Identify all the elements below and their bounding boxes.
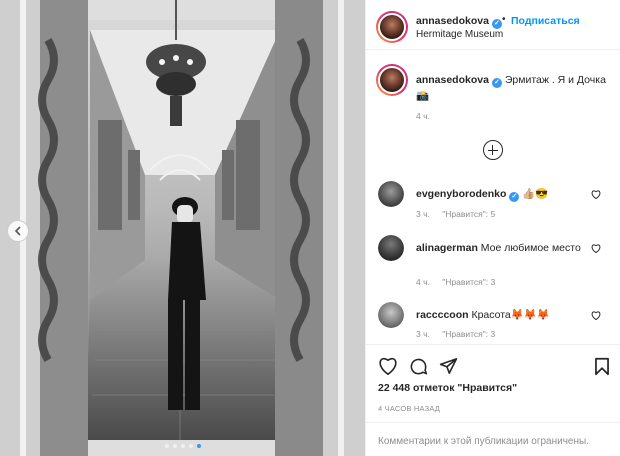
comment-text: raccccoon Красота🦊🦊🦊 <box>416 307 581 323</box>
likes-count[interactable]: 22 448 отметок "Нравится" <box>378 382 517 394</box>
caption-username[interactable]: annasedokova ✓ <box>416 74 502 88</box>
carousel-dot <box>188 444 193 448</box>
heart-icon[interactable] <box>591 311 601 320</box>
carousel-prev-button[interactable] <box>7 220 29 242</box>
comment-meta: 3 ч. "Нравится": 3 <box>416 329 505 339</box>
heart-icon[interactable] <box>591 244 601 253</box>
load-more-comments-button[interactable] <box>483 140 503 160</box>
chevron-left-icon <box>14 226 21 236</box>
comment-body: Мое любимое место <box>480 242 581 254</box>
comment-text: alinagerman Мое любимое место <box>416 240 581 256</box>
comments-disabled-note: Комментарии к этой публикации ограничены… <box>366 422 620 447</box>
comment-username[interactable]: alinagerman <box>416 242 478 254</box>
post-timestamp[interactable]: 4 ЧАСОВ НАЗАД <box>378 404 440 413</box>
comment-likes[interactable]: "Нравится": 5 <box>442 209 495 219</box>
paper-plane-icon[interactable] <box>439 357 458 375</box>
location-link[interactable]: Hermitage Museum <box>416 29 503 40</box>
post-header: annasedokova ✓ • Подписаться Hermitage Mu… <box>366 0 620 50</box>
author-username[interactable]: annasedokova ✓ <box>416 15 502 29</box>
comment-time[interactable]: 3 ч. <box>416 329 430 339</box>
carousel-dot <box>164 444 169 448</box>
comment-avatar[interactable] <box>378 181 404 207</box>
post-photo[interactable] <box>0 0 365 456</box>
carousel-dot <box>172 444 177 448</box>
comment-bubble-icon[interactable] <box>409 357 428 376</box>
comment-time[interactable]: 4 ч. <box>416 277 430 287</box>
comment-time[interactable]: 3 ч. <box>416 209 430 219</box>
comment-body: Красота🦊🦊🦊 <box>471 309 550 321</box>
comment-avatar[interactable] <box>378 302 404 328</box>
comment-body: 👍🏼😎 <box>522 188 549 200</box>
verified-badge-icon: ✓ <box>509 192 520 202</box>
comment-meta: 3 ч. "Нравится": 5 <box>416 209 505 219</box>
carousel-indicator <box>0 444 365 448</box>
bookmark-icon[interactable] <box>594 357 610 376</box>
post-actions: 22 448 отметок "Нравится" 4 ЧАСОВ НАЗАД … <box>366 344 620 447</box>
verified-badge-icon: ✓ <box>491 19 502 29</box>
verified-badge-icon: ✓ <box>491 78 502 88</box>
comment-likes[interactable]: "Нравится": 3 <box>442 277 495 287</box>
hermitage-photo <box>0 0 365 456</box>
comment-text: evgenyborodenko ✓ 👍🏼😎 <box>416 186 581 202</box>
separator-dot: • <box>502 14 506 25</box>
comment-username[interactable]: raccccoon <box>416 309 469 321</box>
caption-timestamp[interactable]: 4 ч. <box>416 111 430 121</box>
carousel-dot <box>196 444 201 448</box>
comment-username[interactable]: evgenyborodenko ✓ <box>416 188 520 202</box>
comment-meta: 4 ч. "Нравится": 3 <box>416 277 505 287</box>
author-avatar[interactable] <box>376 11 408 43</box>
post-panel: annasedokova ✓ • Подписаться Hermitage Mu… <box>365 0 620 456</box>
comment-likes[interactable]: "Нравится": 3 <box>442 329 495 339</box>
caption-avatar[interactable] <box>376 64 408 96</box>
carousel-dot <box>180 444 185 448</box>
comment-avatar[interactable] <box>378 235 404 261</box>
heart-icon[interactable] <box>591 190 601 199</box>
caption-text: annasedokova ✓ Эрмитаж . Я и Дочка 📸 <box>416 72 606 104</box>
follow-button[interactable]: Подписаться <box>511 15 580 27</box>
heart-icon[interactable] <box>378 357 398 375</box>
